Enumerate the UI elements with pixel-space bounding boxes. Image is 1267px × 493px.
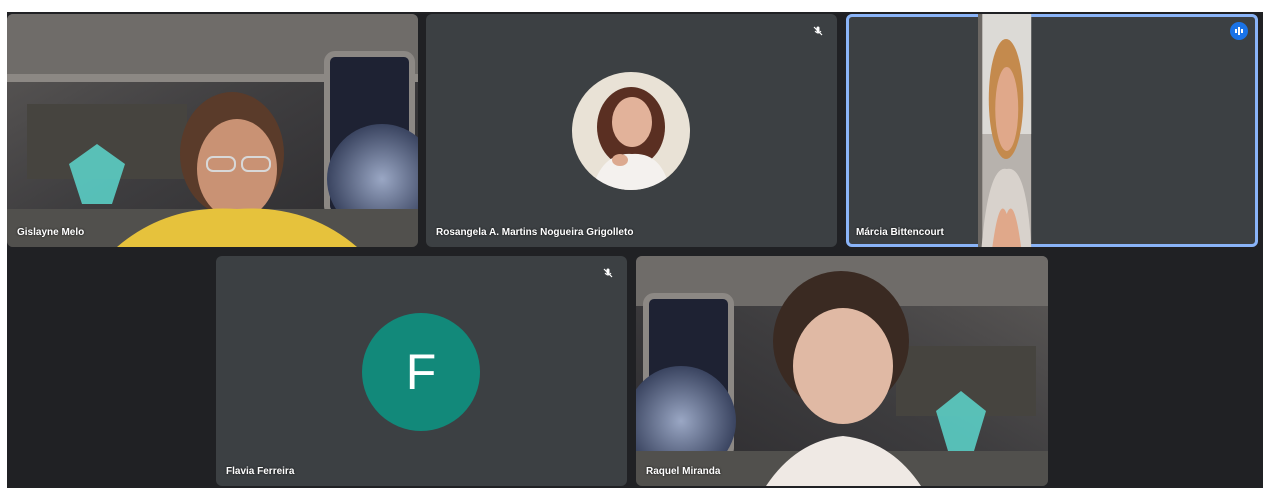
frame-border-top	[0, 0, 1267, 12]
participant-tile[interactable]: Márcia Bittencourt	[846, 14, 1258, 247]
participant-name: Raquel Miranda	[646, 466, 721, 477]
participant-tile[interactable]: Gislayne Melo	[7, 14, 418, 247]
mic-off-icon	[811, 24, 825, 38]
participant-video	[7, 14, 418, 247]
participant-tile[interactable]: F Flavia Ferreira	[216, 256, 627, 486]
participant-name: Flavia Ferreira	[226, 466, 295, 477]
avatar	[572, 72, 690, 190]
participant-name: Gislayne Melo	[17, 227, 85, 238]
participant-tile[interactable]: Rosangela A. Martins Nogueira Grigolleto	[426, 14, 837, 247]
frame-border-bottom	[0, 488, 1267, 493]
audio-level-icon	[1230, 22, 1248, 40]
frame-border-left	[0, 0, 7, 493]
mic-off-icon	[601, 266, 615, 280]
participant-tile[interactable]: Raquel Miranda	[636, 256, 1048, 486]
participant-video	[978, 14, 1032, 247]
meeting-grid: Gislayne Melo Rosangela A. Martins Nogue…	[0, 0, 1267, 493]
participant-video	[636, 256, 1048, 486]
frame-border-right	[1263, 0, 1267, 493]
avatar: F	[362, 313, 480, 431]
participant-name: Rosangela A. Martins Nogueira Grigolleto	[436, 227, 634, 238]
participant-name: Márcia Bittencourt	[856, 227, 944, 238]
